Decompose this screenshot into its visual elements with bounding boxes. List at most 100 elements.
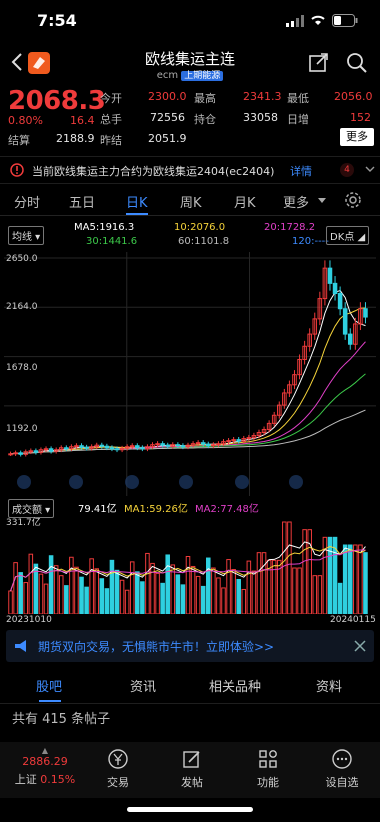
tab-daily-k[interactable]: 日K xyxy=(126,192,148,211)
volume-bar xyxy=(190,565,196,614)
index-ticker[interactable]: ▲ 2886.29 上证 0.15% xyxy=(8,746,82,787)
ma-line xyxy=(10,307,366,455)
volume-bar xyxy=(271,559,277,614)
volume-bar xyxy=(246,560,252,614)
alert-icon xyxy=(10,163,24,177)
settle-label: 结算 xyxy=(8,134,30,147)
share-icon[interactable] xyxy=(309,52,329,72)
bottom-nav: ▲ 2886.29 上证 0.15% 交易 发帖 功能 设自选 xyxy=(0,742,380,798)
notice-text: 当前欧线集运主力合约为欧线集运2404(ec2404) xyxy=(32,165,275,178)
candle-body xyxy=(79,445,84,448)
index-value: 2886.29 xyxy=(22,755,68,768)
candle-body xyxy=(175,444,181,447)
tab-forum[interactable]: 股吧 xyxy=(36,676,62,695)
open-label: 今开 xyxy=(100,92,122,105)
tab-more[interactable]: 更多 xyxy=(283,192,309,211)
volume-bar xyxy=(135,571,140,614)
tab-news[interactable]: 资讯 xyxy=(130,676,156,695)
notice-badge: 4 xyxy=(340,163,354,177)
candles xyxy=(8,260,368,457)
volume-bar xyxy=(353,544,358,614)
volume-bar xyxy=(287,521,292,614)
gear-icon[interactable] xyxy=(344,191,362,209)
volume-bar xyxy=(347,544,353,614)
y-tick-1: 2650.0 xyxy=(6,254,38,264)
settle-value: 2188.9 xyxy=(56,132,95,145)
ma-select[interactable]: 均线 ▾ xyxy=(8,226,45,245)
nav-trade[interactable]: 交易 xyxy=(88,748,148,790)
volume-bar xyxy=(292,567,297,614)
volume-bar xyxy=(221,587,226,614)
tab-weekly-k[interactable]: 周K xyxy=(180,192,202,211)
volume-bar xyxy=(297,567,302,614)
volume-bar xyxy=(363,552,368,614)
volume-bar xyxy=(200,585,206,614)
volume-chart[interactable] xyxy=(4,514,376,614)
notice-link[interactable]: 详情 xyxy=(290,163,312,179)
chevron-down-icon[interactable] xyxy=(365,166,375,174)
candle-body xyxy=(332,282,338,295)
nav-watchlist[interactable]: 设自选 xyxy=(312,748,372,790)
change-pct: 0.80% xyxy=(8,114,43,127)
volume-bar xyxy=(64,585,69,614)
wifi-icon xyxy=(311,15,325,25)
battery-icon xyxy=(332,14,358,27)
candle-body xyxy=(180,445,186,448)
last-price: 2068.3 xyxy=(8,86,106,116)
yen-icon xyxy=(108,749,128,769)
ma-select-label: 均线 xyxy=(12,232,32,243)
volume-value: 72556 xyxy=(150,111,185,124)
candle-body xyxy=(206,443,211,447)
candle-body xyxy=(363,308,368,318)
event-marker xyxy=(235,475,249,489)
nav-function[interactable]: 功能 xyxy=(238,748,298,790)
nav-post[interactable]: 发帖 xyxy=(162,748,222,790)
candle-body xyxy=(109,447,115,450)
low-label: 最低 xyxy=(287,92,309,105)
candle-body xyxy=(165,444,170,447)
volume-bar xyxy=(74,566,79,614)
high-label: 最高 xyxy=(194,92,216,105)
volume-current: 79.41亿 xyxy=(78,504,117,515)
promo-banner[interactable]: 期货双向交易，无惧熊市牛市！立即体验>> xyxy=(6,630,374,662)
volume-bar xyxy=(211,567,216,614)
volume-bar xyxy=(13,562,18,614)
candle-body xyxy=(33,450,39,453)
prev-label: 昨结 xyxy=(100,134,122,147)
volume-bar xyxy=(226,559,231,614)
candlestick-chart[interactable] xyxy=(4,252,376,496)
volume-ma-line xyxy=(10,541,366,592)
tab-intraday[interactable]: 分时 xyxy=(14,192,40,211)
content-tab-indicator xyxy=(39,700,61,702)
promo-text: 期货双向交易，无惧熊市牛市！立即体验>> xyxy=(38,640,275,654)
volume-bar xyxy=(129,561,135,614)
open-value: 2300.0 xyxy=(148,90,187,103)
volume-bar xyxy=(282,521,287,614)
volume-bar xyxy=(104,588,110,614)
volume-bar xyxy=(256,552,262,614)
search-icon[interactable] xyxy=(346,52,368,74)
volume-bar xyxy=(53,565,59,614)
post-count-text: 共有 415 条帖子 xyxy=(12,712,111,727)
more-button[interactable]: 更多 xyxy=(340,128,374,146)
chart-markers xyxy=(17,475,303,489)
dk-point-button[interactable]: DK点 ◢ xyxy=(326,226,370,245)
home-indicator xyxy=(127,807,253,812)
ma-line xyxy=(10,373,366,455)
tab-related[interactable]: 相关品种 xyxy=(209,676,261,695)
candle-body xyxy=(337,293,343,310)
close-icon[interactable] xyxy=(354,640,366,652)
period-tabs: 分时 五日 日K 周K 月K 更多 xyxy=(0,186,380,216)
y-tick-3: 1678.0 xyxy=(6,363,38,373)
notice-bar[interactable]: 当前欧线集运主力合约为欧线集运2404(ec2404) 详情 4 xyxy=(0,156,380,184)
dk-label: DK点 xyxy=(330,232,355,243)
tab-info[interactable]: 资料 xyxy=(316,676,342,695)
volume-bar xyxy=(206,557,211,614)
tab-monthly-k[interactable]: 月K xyxy=(234,192,256,211)
event-marker xyxy=(289,475,303,489)
event-marker xyxy=(69,475,83,489)
change-value: 16.4 xyxy=(70,114,95,127)
volume-ma1: MA1:59.26亿 xyxy=(124,504,188,515)
candle-body xyxy=(8,453,13,456)
tab-five-day[interactable]: 五日 xyxy=(69,192,95,211)
